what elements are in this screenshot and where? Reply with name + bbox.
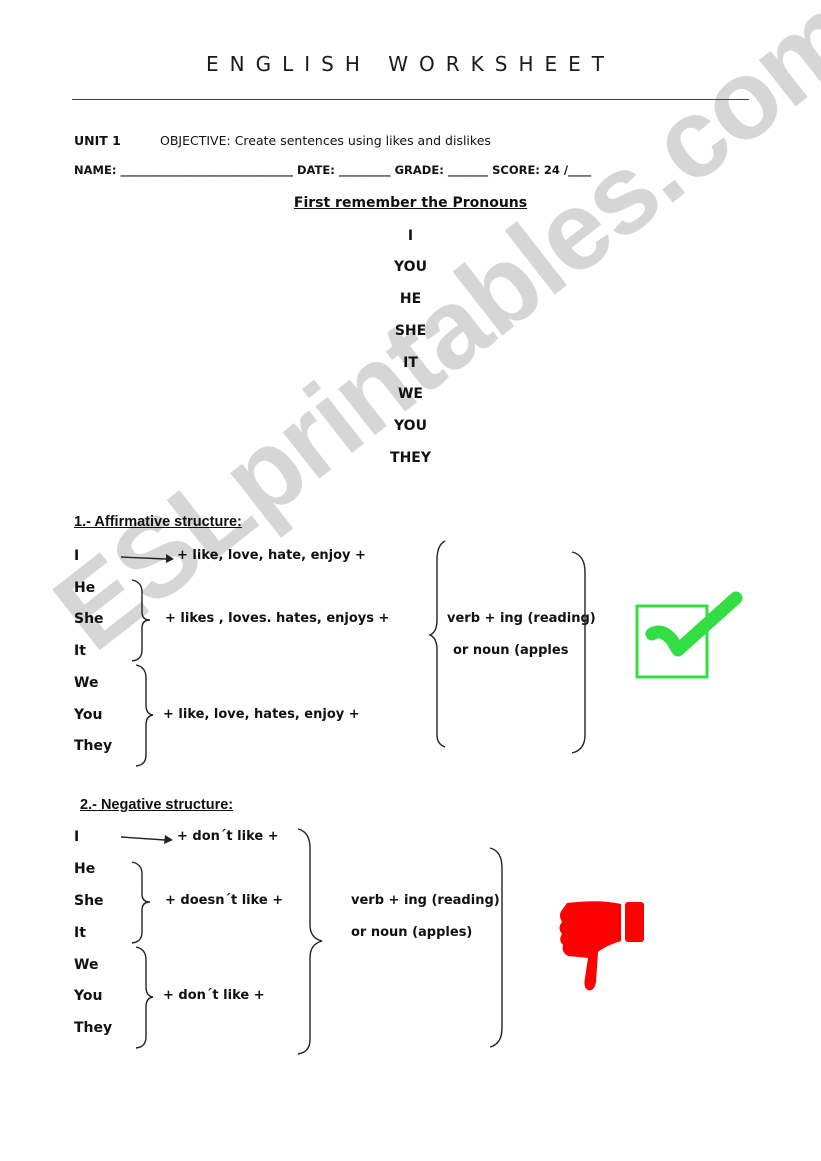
aff-big-left-brace	[428, 540, 446, 748]
aff-brace-we	[135, 664, 154, 767]
neg-arrowhead-icon	[164, 835, 173, 844]
checkmark-icon	[635, 591, 743, 679]
neg-brace-we	[135, 946, 154, 1049]
neg-brace-he	[131, 861, 151, 944]
aff-arrowhead-icon	[166, 554, 174, 563]
neg-middle-brace	[297, 828, 323, 1055]
thumbs-down-icon	[559, 901, 644, 991]
aff-arrow-icon	[120, 556, 167, 560]
aff-brace-he	[131, 579, 151, 662]
diagram-graphics	[120, 540, 743, 1055]
aff-big-right-bracket	[571, 551, 586, 754]
neg-big-right-bracket	[489, 847, 503, 1048]
neg-arrow-icon	[120, 836, 166, 841]
